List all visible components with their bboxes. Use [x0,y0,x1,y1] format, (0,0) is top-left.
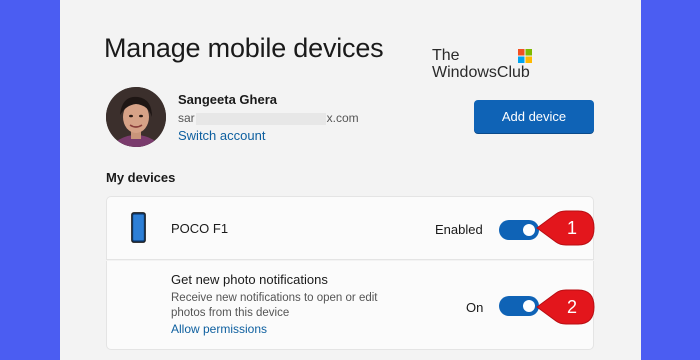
device-enabled-toggle[interactable] [499,220,539,240]
email-suffix: x.com [326,111,359,125]
toggle-knob [523,224,535,236]
avatar-photo [106,87,166,147]
callout-badge-2: 2 [536,287,598,327]
device-status-label: Enabled [435,222,483,237]
notifications-description: Receive new notifications to open or edi… [171,292,378,319]
watermark-line2: WindowsClub [432,64,530,81]
photo-notifications-toggle[interactable] [499,296,539,316]
photo-notifications-card: Get new photo notifications Receive new … [106,261,594,350]
device-name: POCO F1 [171,221,229,236]
my-devices-heading: My devices [106,170,176,185]
callout-number: 1 [566,218,577,238]
device-card: POCO F1 Enabled [106,196,594,260]
account-name: Sangeeta Ghera [178,92,277,107]
switch-account-link[interactable]: Switch account [178,128,265,143]
email-prefix: sar [178,111,195,125]
phone-icon [131,212,146,243]
watermark-logo: The WindowsClub [432,47,532,81]
add-device-button[interactable]: Add device [474,100,594,133]
notifications-title: Get new photo notifications [171,272,328,287]
windows-logo-icon [518,49,532,63]
callout-badge-1: 1 [536,208,598,248]
watermark-line1: The [432,47,460,64]
avatar [106,87,166,147]
callout-number: 2 [566,297,577,317]
notifications-status-label: On [466,300,484,315]
email-redaction [195,112,326,125]
account-email: sar x.com [178,111,359,125]
allow-permissions-link[interactable]: Allow permissions [171,322,267,336]
page-title: Manage mobile devices [104,33,384,63]
toggle-knob [523,300,535,312]
